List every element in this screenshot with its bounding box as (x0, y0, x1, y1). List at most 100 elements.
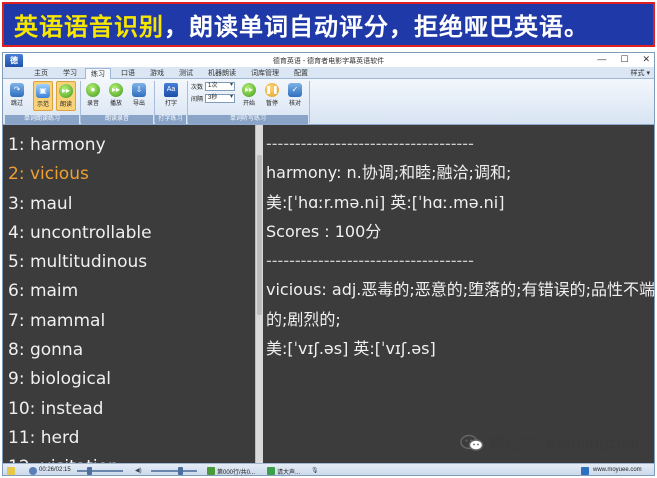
word-list-pane: 1: harmony 2: vicious 3: maul 4: uncontr… (3, 125, 255, 463)
volume-slider-knob[interactable] (178, 467, 183, 475)
export-icon: ⇩ (132, 83, 146, 97)
word-list-item[interactable]: 5: multitudinous (8, 248, 255, 277)
word-list-item[interactable]: 9: biological (8, 365, 255, 394)
volume-icon[interactable]: ◀) (135, 467, 142, 474)
check-icon: ✓ (288, 83, 302, 97)
microphone-icon[interactable]: 🎙 (311, 467, 319, 474)
promo-banner: 英语语音识别，朗读单词自动评分，拒绝哑巴英语。 (2, 2, 655, 47)
record-button[interactable]: ● 录音 (83, 81, 103, 111)
demo-button[interactable]: ▣ 示范 (33, 81, 53, 111)
word-list-item[interactable]: 1: harmony (8, 131, 255, 160)
typing-label: 打字 (164, 101, 177, 107)
tab-games[interactable]: 游戏 (145, 68, 169, 79)
site-url[interactable]: www.moyuee.com (593, 467, 642, 473)
pause-button[interactable]: ❚❚ 暂停 (262, 81, 282, 111)
ribbon-tabs: 主页 学习 练习 口语 游戏 测试 机器朗读 词库管理 配置 样式 ▾ (3, 67, 654, 79)
group-label-read-practice: 单词朗读练习 (5, 115, 79, 124)
demo-label: 示范 (36, 102, 49, 108)
word-list-item[interactable]: 11: herd (8, 424, 255, 453)
record-icon: ● (86, 83, 100, 97)
progress-slider-knob[interactable] (87, 467, 92, 475)
count-option: 次数 1次 (191, 82, 236, 91)
banner-text: 英语语音识别，朗读单词自动评分，拒绝哑巴英语。 (14, 7, 589, 42)
group-label-dictation: 单词听写练习 (188, 115, 308, 124)
play-icon: ▸▸ (59, 84, 73, 98)
demo-icon: ▣ (36, 84, 50, 98)
scrollbar-thumb[interactable] (257, 155, 262, 315)
style-menu[interactable]: 样式 ▾ (631, 68, 650, 78)
tab-machine-reading[interactable]: 机器朗读 (203, 68, 241, 79)
read-aloud-label: 朗读 (59, 102, 72, 108)
word-list-item[interactable]: 10: instead (8, 395, 255, 424)
group-label-typing: 打字练习 (155, 115, 186, 124)
skip-icon: ↷ (10, 83, 24, 97)
rows-icon (207, 467, 215, 475)
tab-config[interactable]: 配置 (289, 68, 313, 79)
folder-icon[interactable] (7, 467, 15, 475)
typing-button[interactable]: Aa 打字 (161, 81, 181, 111)
volume-slider[interactable] (151, 470, 197, 472)
start-label: 开始 (242, 101, 255, 107)
playback-label: 播放 (109, 101, 122, 107)
count-label: 次数 (191, 85, 204, 91)
tab-practice[interactable]: 练习 (85, 68, 111, 79)
site-logo-icon (581, 467, 589, 475)
word-list-item[interactable]: 7: mammal (8, 307, 255, 336)
window-title: 德育英语 - 德育者电影字幕英语软件 (272, 58, 385, 65)
status-bar: 00:26/02:15 ◀) 第000行/共0... 请大声... 🎙 www.… (3, 463, 654, 476)
pause-icon: ❚❚ (265, 83, 279, 97)
window-controls: — ☐ ✕ (597, 54, 650, 65)
maximize-icon[interactable]: ☐ (620, 54, 628, 65)
group-label-recording: 朗读录音 (81, 115, 153, 124)
export-label: 导出 (132, 101, 145, 107)
tab-home[interactable]: 主页 (29, 68, 53, 79)
count-select[interactable]: 1次 (205, 82, 236, 91)
playback-icon: ▸▸ (109, 83, 123, 97)
pause-label: 暂停 (265, 101, 278, 107)
export-button[interactable]: ⇩ 导出 (129, 81, 149, 111)
entry-phonetic: 美:[ˈhɑːr.mə.ni] 英:[ˈhɑː.mə.ni] (266, 192, 505, 212)
tab-study[interactable]: 学习 (58, 68, 82, 79)
wechat-icon (460, 434, 484, 451)
playback-button[interactable]: ▸▸ 播放 (106, 81, 126, 111)
interval-select[interactable]: 3秒 (205, 94, 236, 103)
word-list-item-selected[interactable]: 2: vicious (8, 160, 255, 189)
voice-hint: 请大声... (277, 470, 301, 476)
interval-label: 间隔 (191, 97, 204, 103)
playback-time: 00:26/02:15 (39, 467, 71, 473)
word-list-item[interactable]: 3: maul (8, 190, 255, 219)
entry-definition: harmony: n.协调;和睦;融洽;调和; (266, 163, 512, 183)
group-separator (309, 81, 310, 123)
read-aloud-button[interactable]: ▸▸ 朗读 (56, 81, 76, 111)
typing-icon: Aa (164, 83, 178, 97)
word-list-item[interactable]: 12: visitation (8, 453, 255, 463)
check-button[interactable]: ✓ 核对 (285, 81, 305, 111)
word-list: 1: harmony 2: vicious 3: maul 4: uncontr… (3, 125, 255, 463)
skip-label: 跳过 (10, 101, 23, 107)
voice-status-icon (267, 467, 275, 475)
clock-icon (29, 467, 37, 475)
word-detail: ------------------------------------ har… (263, 125, 655, 363)
title-bar: 德 德育英语 - 德育者电影字幕英语软件 — ☐ ✕ (3, 53, 654, 68)
row-info: 第000行/共0... (217, 470, 256, 476)
start-button[interactable]: ▸▸ 开始 (239, 81, 259, 111)
detail-pane: ------------------------------------ har… (263, 125, 655, 463)
detail-divider: ------------------------------------ (266, 134, 474, 153)
minimize-icon[interactable]: — (597, 54, 606, 65)
wechat-watermark: 微信号: wendingzhai (460, 432, 639, 453)
entry-definition: vicious: adj.恶毒的;恶意的;堕落的;有错误的;品性不端的;剧烈的; (266, 280, 655, 329)
progress-slider[interactable] (77, 470, 123, 472)
word-list-scrollbar[interactable] (255, 125, 263, 463)
tab-dictionary-manage[interactable]: 词库管理 (246, 68, 284, 79)
tab-test[interactable]: 测试 (174, 68, 198, 79)
word-list-item[interactable]: 8: gonna (8, 336, 255, 365)
word-list-item[interactable]: 4: uncontrollable (8, 219, 255, 248)
close-icon[interactable]: ✕ (642, 54, 650, 65)
interval-option: 间隔 3秒 (191, 94, 236, 103)
app-window: 德 德育英语 - 德育者电影字幕英语软件 — ☐ ✕ 主页 学习 练习 口语 游… (2, 52, 655, 476)
word-list-item[interactable]: 6: maim (8, 277, 255, 306)
skip-button[interactable]: ↷ 跳过 (7, 81, 27, 111)
tab-speaking[interactable]: 口语 (116, 68, 140, 79)
check-label: 核对 (288, 101, 301, 107)
record-label: 录音 (86, 101, 99, 107)
